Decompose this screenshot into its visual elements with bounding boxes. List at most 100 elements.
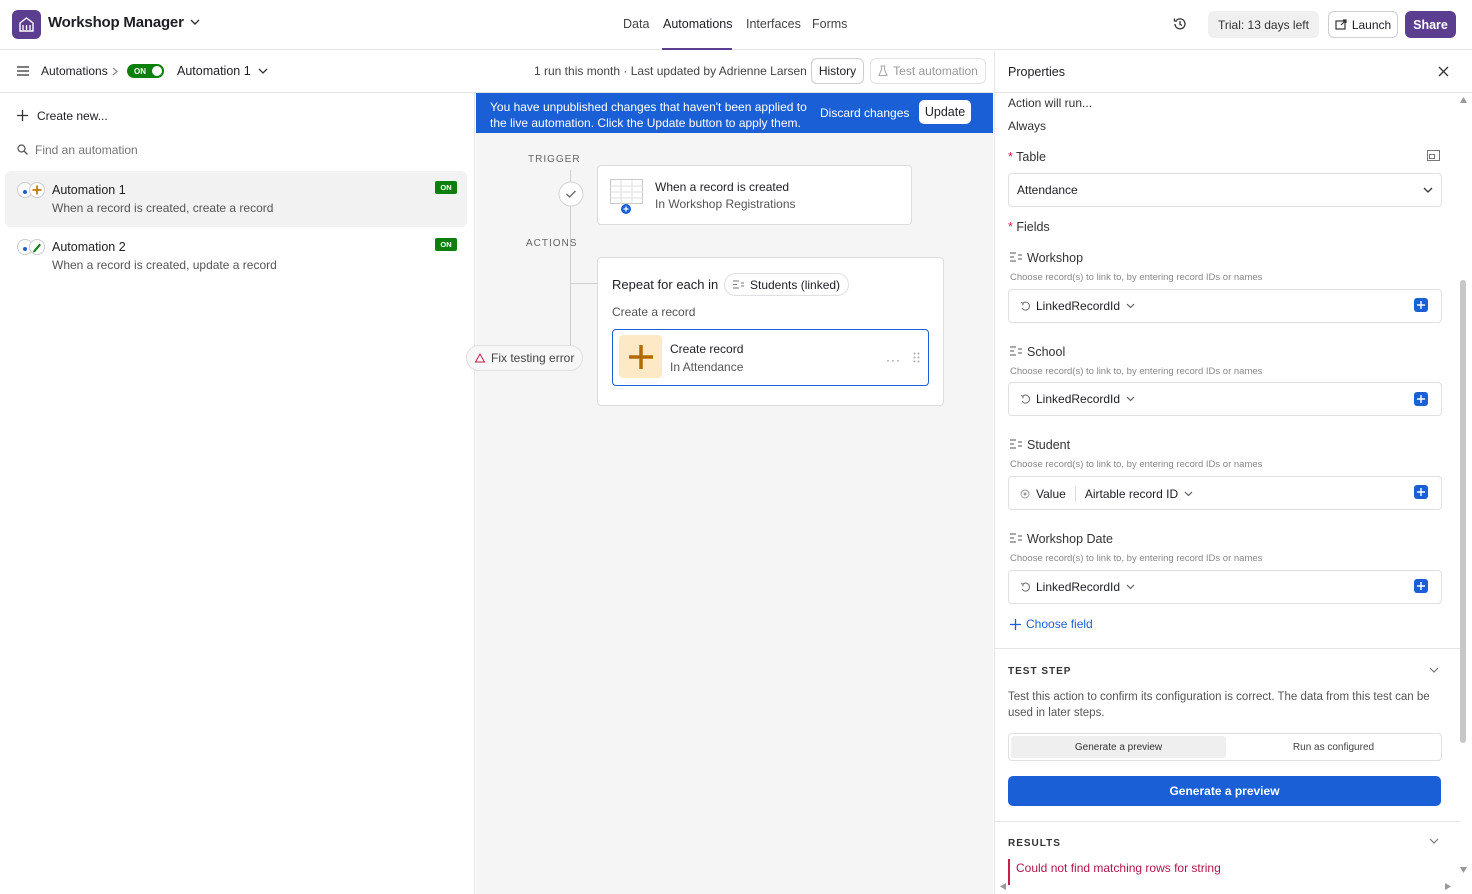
automation-list-item[interactable] (5, 228, 467, 284)
create-record-icon (17, 181, 45, 199)
action-subtitle: In Attendance (670, 360, 744, 374)
tab-automations[interactable]: Automations (663, 17, 732, 31)
properties-title: Properties (1008, 65, 1065, 79)
table-label: * Table (1008, 150, 1047, 164)
tab-forms[interactable]: Forms (812, 17, 847, 31)
chevron-down-icon (1126, 584, 1135, 590)
update-record-icon (17, 238, 45, 256)
status-badge: ON (435, 181, 457, 194)
field-hint: Choose record(s) to link to, by entering… (1010, 459, 1263, 470)
field-hint: Choose record(s) to link to, by entering… (1010, 553, 1263, 564)
toggle-label: ON (134, 66, 146, 76)
update-button[interactable]: Update (919, 100, 971, 124)
automation-name: Automation 1 (52, 183, 126, 197)
chevron-down-icon (1184, 491, 1193, 497)
divider (1074, 486, 1076, 502)
token-linkedrecordid[interactable]: LinkedRecordId (1020, 580, 1135, 594)
field-hint: Choose record(s) to link to, by entering… (1010, 366, 1263, 377)
segment-run-as-configured[interactable]: Run as configured (1228, 736, 1439, 758)
connector-line (570, 283, 597, 284)
add-token-icon[interactable] (1414, 298, 1428, 312)
create-new-button[interactable]: Create new... (37, 109, 108, 123)
banner-line-1: You have unpublished changes that haven'… (490, 100, 807, 114)
scroll-up-arrow[interactable] (1460, 97, 1467, 103)
trial-badge[interactable]: Trial: 13 days left (1208, 11, 1319, 38)
scrollbar-thumb[interactable] (1460, 280, 1466, 743)
discard-changes-button[interactable]: Discard changes (820, 106, 909, 120)
top-bar: Workshop Manager Data Automations Interf… (0, 0, 1472, 50)
undo-icon (1020, 394, 1030, 404)
repeat-source-chip[interactable]: Students (linked) (724, 273, 850, 296)
scroll-down-arrow[interactable] (1460, 867, 1467, 873)
fields-label: * Fields (1008, 220, 1050, 234)
automation-description: When a record is created, create a recor… (52, 201, 274, 215)
banner-message: You have unpublished changes that haven'… (490, 99, 807, 131)
linked-field-icon (1010, 346, 1022, 356)
trigger-label: TRIGGER (528, 154, 581, 165)
app-title[interactable]: Workshop Manager (48, 14, 184, 31)
plus-icon (619, 335, 662, 378)
history-button[interactable]: History (811, 58, 864, 84)
field-name-student: Student (1027, 438, 1071, 452)
chevron-down-icon[interactable] (190, 18, 200, 26)
more-icon[interactable]: ··· (886, 353, 901, 367)
add-token-icon[interactable] (1414, 579, 1428, 593)
scroll-right-arrow[interactable] (1445, 883, 1451, 890)
desc-line: used in later steps. (1008, 707, 1105, 719)
actions-label: ACTIONS (526, 238, 578, 249)
find-automation-input[interactable] (35, 140, 335, 160)
scroll-left-arrow[interactable] (1000, 883, 1006, 890)
tab-data[interactable]: Data (623, 17, 649, 31)
action-run-value: Always (1008, 119, 1047, 133)
tab-interfaces[interactable]: Interfaces (746, 17, 801, 31)
segment-generate-preview[interactable]: Generate a preview (1011, 736, 1226, 758)
generate-preview-button[interactable]: Generate a preview (1008, 776, 1441, 806)
breadcrumb-automations[interactable]: Automations (41, 64, 108, 78)
linked-field-icon (1010, 439, 1022, 449)
launch-button[interactable]: Launch (1328, 11, 1398, 38)
chevron-right-icon (112, 67, 118, 76)
chevron-down-icon (1126, 303, 1135, 309)
token-linkedrecordid[interactable]: LinkedRecordId (1020, 392, 1135, 406)
token-linkedrecordid[interactable]: LinkedRecordId (1020, 299, 1135, 313)
app-icon[interactable] (12, 10, 41, 39)
test-step-description: Test this action to confirm its configur… (1008, 689, 1430, 721)
automation-list-item[interactable] (5, 171, 467, 227)
current-automation-name[interactable]: Automation 1 (177, 64, 251, 78)
error-indicator (1008, 859, 1010, 885)
trigger-title: When a record is created (655, 180, 790, 194)
launch-label: Launch (1351, 17, 1392, 32)
close-icon[interactable] (1438, 66, 1449, 77)
repeat-title: Repeat for each in (612, 277, 719, 292)
repeat-source-label: Students (linked) (750, 277, 841, 292)
status-badge: ON (435, 238, 457, 251)
search-icon (17, 144, 28, 155)
field-name-workshop: Workshop (1027, 251, 1084, 265)
add-token-icon[interactable] (1414, 485, 1428, 499)
token-value[interactable]: Value Airtable record ID (1020, 486, 1193, 502)
automation-name: Automation 2 (52, 240, 126, 254)
plus-icon[interactable] (17, 110, 28, 121)
token-label: LinkedRecordId (1036, 580, 1121, 594)
token-label: LinkedRecordId (1036, 392, 1121, 406)
choose-field-button[interactable]: Choose field (1010, 617, 1093, 631)
share-button[interactable]: Share (1405, 11, 1456, 38)
history-icon[interactable] (1172, 16, 1188, 32)
add-token-icon[interactable] (1414, 392, 1428, 406)
trigger-card[interactable] (597, 165, 912, 225)
list-icon (733, 280, 744, 289)
fix-testing-error-button[interactable]: Fix testing error (466, 345, 583, 371)
flask-icon (878, 65, 888, 77)
drag-handle-icon[interactable] (913, 352, 920, 363)
launch-icon (1335, 18, 1347, 31)
panel-expand-icon[interactable] (1427, 150, 1440, 161)
test-automation-button[interactable]: Test automation (870, 58, 986, 84)
undo-icon (1020, 301, 1030, 311)
chevron-down-icon[interactable] (1429, 838, 1439, 845)
menu-icon[interactable] (17, 66, 29, 76)
automation-on-toggle[interactable]: ON (127, 64, 164, 78)
chevron-down-icon[interactable] (1429, 667, 1439, 674)
token-label: Airtable record ID (1084, 487, 1179, 501)
table-select[interactable]: Attendance (1008, 173, 1442, 207)
chevron-down-icon[interactable] (258, 68, 268, 75)
